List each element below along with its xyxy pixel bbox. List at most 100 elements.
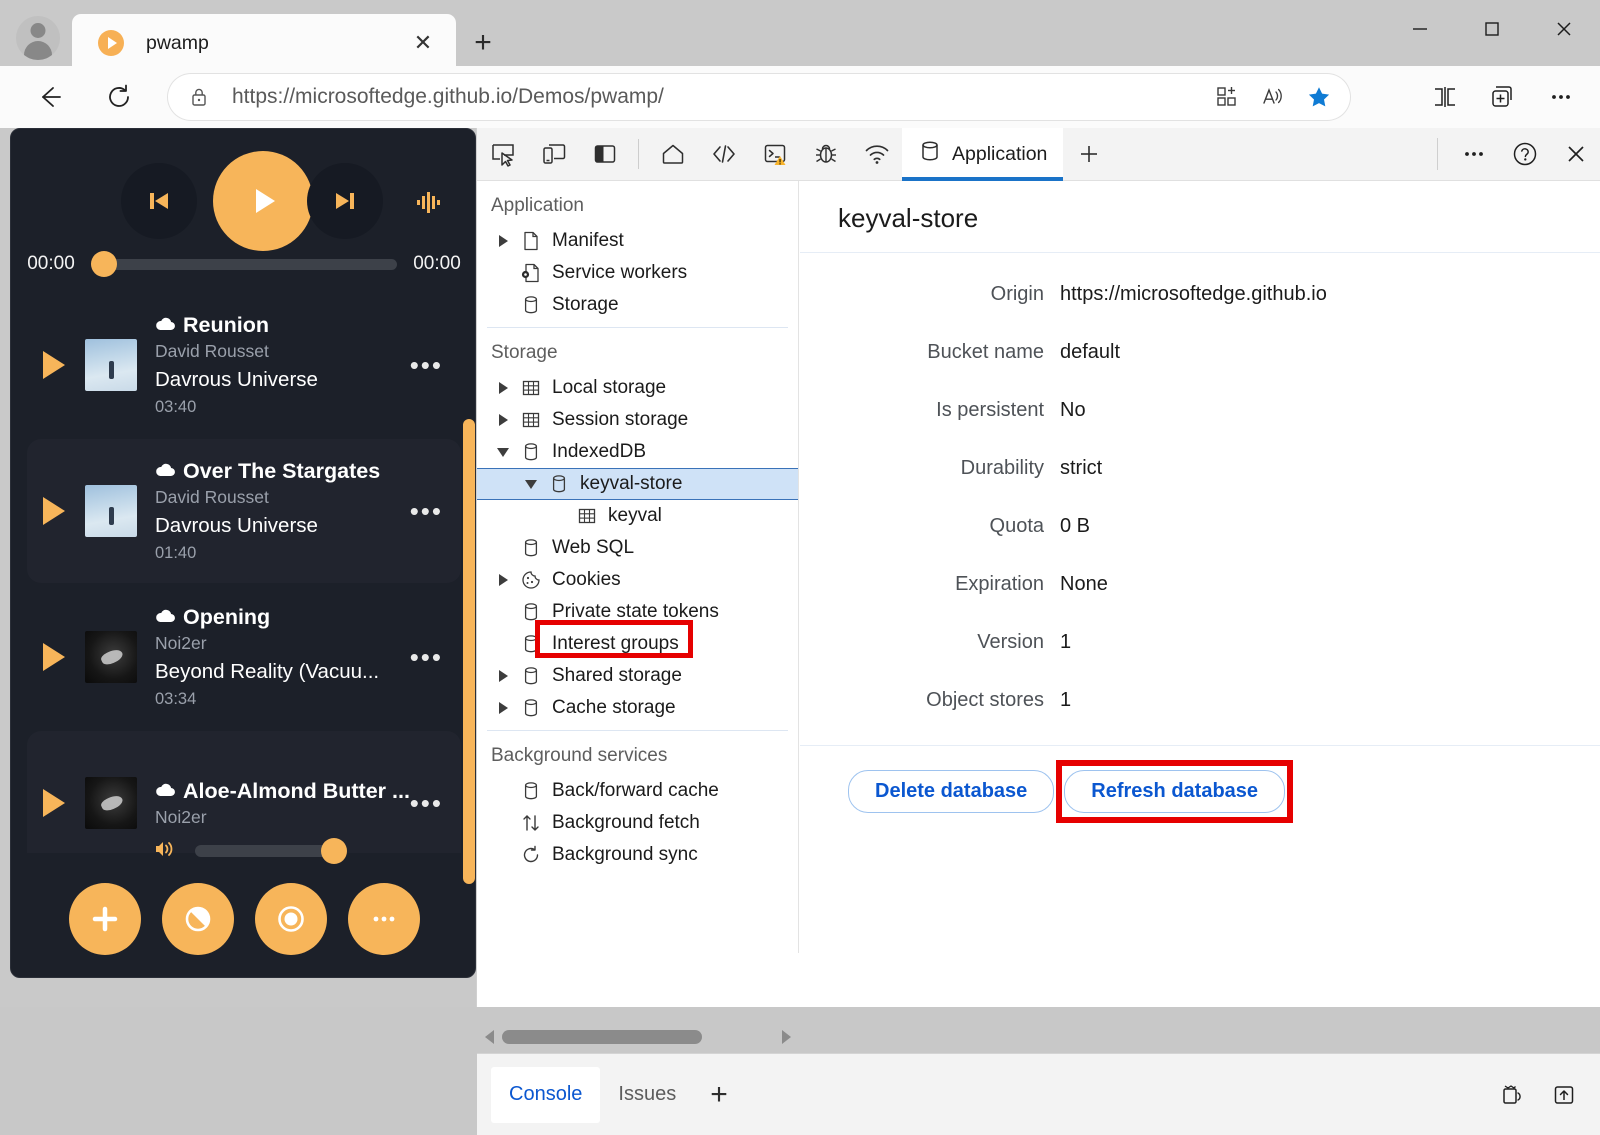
chevron-right-icon[interactable]: [491, 574, 515, 586]
inspect-element-icon[interactable]: [477, 128, 528, 181]
sidebar-item-background-sync[interactable]: Background sync: [477, 839, 798, 871]
refresh-database-button[interactable]: Refresh database: [1064, 770, 1285, 813]
song-more-icon[interactable]: •••: [410, 506, 443, 516]
tab-issues[interactable]: Issues: [600, 1067, 694, 1123]
delete-database-button[interactable]: Delete database: [848, 770, 1054, 813]
devtools-panel: Application ApplicationManifestService: [476, 128, 1600, 1007]
tree-section-title: Application: [477, 181, 798, 225]
playlist-item[interactable]: ReunionDavid RoussetDavrous Universe03:4…: [27, 293, 461, 437]
split-screen-icon[interactable]: [1416, 74, 1474, 120]
song-more-icon[interactable]: •••: [410, 360, 443, 370]
dock-side-icon[interactable]: [579, 128, 630, 181]
scroll-left-arrow-icon[interactable]: [485, 1030, 494, 1044]
tab-application[interactable]: Application: [902, 128, 1063, 181]
song-more-icon[interactable]: •••: [410, 798, 443, 808]
sidebar-item-interest-groups[interactable]: Interest groups: [477, 628, 798, 660]
play-song-icon[interactable]: [43, 497, 65, 525]
sidebar-item-cookies[interactable]: Cookies: [477, 564, 798, 596]
chevron-down-icon[interactable]: [491, 448, 515, 457]
address-bar[interactable]: https://microsoftedge.github.io/Demos/pw…: [168, 74, 1350, 120]
maximize-icon[interactable]: [1456, 0, 1528, 58]
chevron-right-icon[interactable]: [491, 414, 515, 426]
device-emulation-icon[interactable]: [528, 128, 579, 181]
sidebar-item-shared-storage[interactable]: Shared storage: [477, 660, 798, 692]
play-song-icon[interactable]: [43, 351, 65, 379]
theme-icon[interactable]: [162, 883, 234, 955]
add-panel-button[interactable]: [1063, 128, 1114, 181]
tab-title: pwamp: [146, 32, 406, 55]
chevron-down-icon[interactable]: [519, 480, 543, 489]
seek-knob[interactable]: [91, 251, 117, 277]
sidebar-item-storage[interactable]: Storage: [477, 289, 798, 321]
browser-navigation-bar: https://microsoftedge.github.io/Demos/pw…: [0, 66, 1600, 128]
close-window-icon[interactable]: [1528, 0, 1600, 58]
sidebar-item-background-fetch[interactable]: Background fetch: [477, 807, 798, 839]
play-song-icon[interactable]: [43, 643, 65, 671]
sidebar-item-session-storage[interactable]: Session storage: [477, 404, 798, 436]
back-arrow-icon[interactable]: [26, 74, 72, 120]
playlist-item[interactable]: OpeningNoi2erBeyond Reality (Vacuu...03:…: [27, 585, 461, 729]
sidebar-item-keyval-store[interactable]: keyval-store: [477, 468, 798, 500]
reload-icon[interactable]: [96, 74, 142, 120]
play-icon[interactable]: [213, 151, 313, 251]
playlist-scrollbar[interactable]: [463, 419, 475, 884]
more-icon[interactable]: [348, 883, 420, 955]
add-tab-to-collection-icon[interactable]: [1474, 74, 1532, 120]
sidebar-item-cache-storage[interactable]: Cache storage: [477, 692, 798, 724]
scroll-right-arrow-icon[interactable]: [782, 1030, 791, 1044]
welcome-home-icon[interactable]: [647, 128, 698, 181]
network-icon[interactable]: [851, 128, 902, 181]
network-conditions-icon[interactable]: [1489, 1072, 1535, 1118]
sidebar-item-manifest[interactable]: Manifest: [477, 225, 798, 257]
sidebar-item-indexeddb[interactable]: IndexedDB: [477, 436, 798, 468]
profile-button[interactable]: [8, 10, 68, 66]
browser-window: pwamp ✕ + https://microso: [0, 0, 1600, 1007]
add-icon[interactable]: [69, 883, 141, 955]
sidebar-item-back-forward-cache[interactable]: Back/forward cache: [477, 775, 798, 807]
minimize-icon[interactable]: [1384, 0, 1456, 58]
favorite-star-icon[interactable]: [1296, 77, 1342, 117]
close-icon[interactable]: ✕: [406, 26, 440, 60]
drawer-add-tab-button[interactable]: +: [694, 1078, 744, 1112]
volume-knob[interactable]: [321, 838, 347, 864]
new-tab-button[interactable]: +: [462, 22, 504, 64]
settings-more-icon[interactable]: [1532, 74, 1590, 120]
play-song-icon[interactable]: [43, 789, 65, 817]
playlist[interactable]: ReunionDavid RoussetDavrous Universe03:4…: [11, 293, 476, 853]
seek-slider[interactable]: [91, 247, 397, 281]
sidebar-horizontal-scrollbar[interactable]: [477, 1025, 799, 1049]
elements-icon[interactable]: [698, 128, 749, 181]
sources-debugger-icon[interactable]: [800, 128, 851, 181]
sidebar-item-private-state-tokens[interactable]: Private state tokens: [477, 596, 798, 628]
application-sidebar[interactable]: ApplicationManifestService workersStorag…: [477, 181, 799, 953]
equalizer-icon[interactable]: [407, 181, 449, 223]
volume-slider[interactable]: [195, 845, 337, 857]
close-devtools-icon[interactable]: [1550, 128, 1600, 181]
sidebar-item-service-workers[interactable]: Service workers: [477, 257, 798, 289]
sidebar-item-keyval[interactable]: keyval: [477, 500, 798, 532]
chevron-right-icon[interactable]: [491, 670, 515, 682]
playlist-item[interactable]: Over The StargatesDavid RoussetDavrous U…: [27, 439, 461, 583]
song-more-icon[interactable]: •••: [410, 652, 443, 662]
browser-tab[interactable]: pwamp ✕: [72, 14, 456, 72]
tab-console[interactable]: Console: [491, 1067, 600, 1123]
horizontal-scrollbar-thumb[interactable]: [502, 1030, 702, 1044]
lock-icon[interactable]: [178, 86, 220, 108]
sidebar-item-web-sql[interactable]: Web SQL: [477, 532, 798, 564]
read-aloud-icon[interactable]: [1250, 77, 1296, 117]
sidebar-item-local-storage[interactable]: Local storage: [477, 372, 798, 404]
chevron-right-icon[interactable]: [491, 235, 515, 247]
chevron-right-icon[interactable]: [491, 382, 515, 394]
next-track-icon[interactable]: [307, 163, 383, 239]
previous-track-icon[interactable]: [121, 163, 197, 239]
volume-icon[interactable]: [151, 836, 177, 867]
help-icon[interactable]: [1499, 128, 1550, 181]
more-options-icon[interactable]: [1448, 128, 1499, 181]
chevron-right-icon[interactable]: [491, 702, 515, 714]
collections-add-icon[interactable]: [1204, 77, 1250, 117]
console-warning-icon[interactable]: [749, 128, 800, 181]
url-text[interactable]: https://microsoftedge.github.io/Demos/pw…: [232, 85, 1204, 109]
database-icon: [515, 537, 547, 559]
export-icon[interactable]: [1541, 1072, 1587, 1118]
record-icon[interactable]: [255, 883, 327, 955]
